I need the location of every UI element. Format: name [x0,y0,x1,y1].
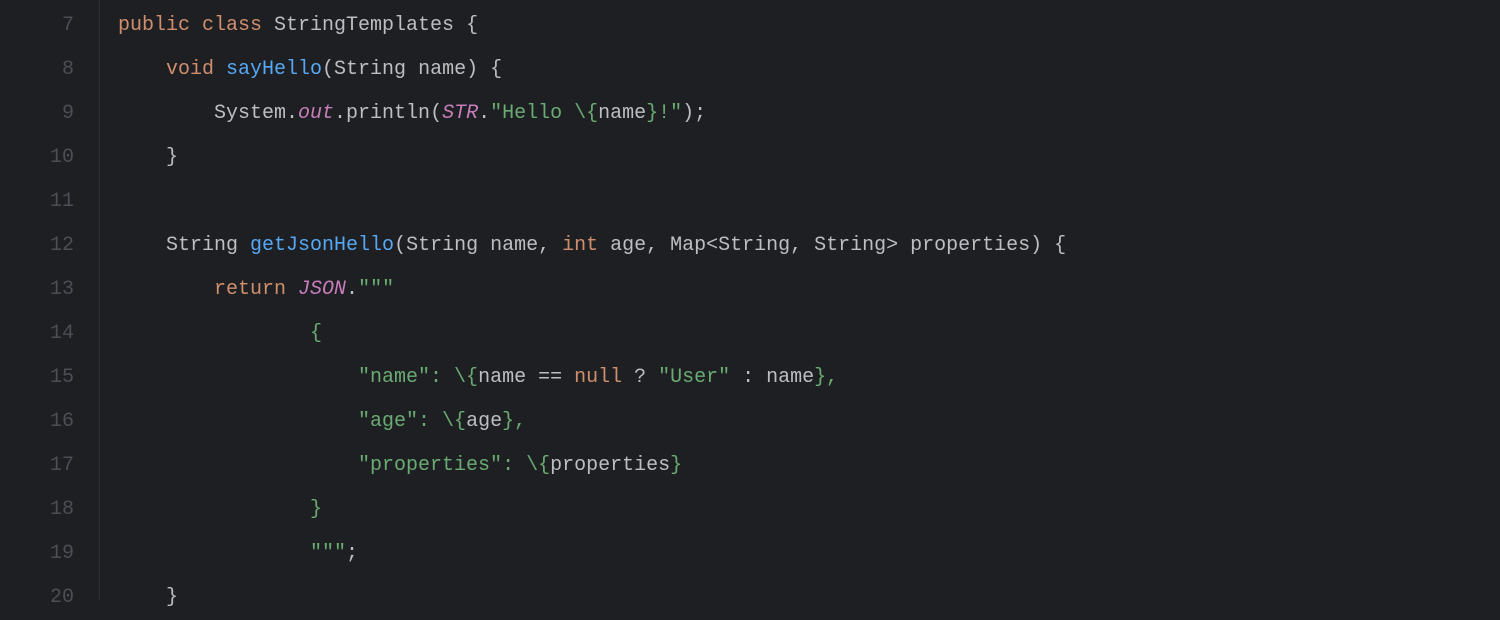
code-line[interactable]: { [118,312,1066,356]
code-line[interactable] [118,180,1066,224]
line-number: 19 [0,532,74,576]
line-number: 17 [0,444,74,488]
code-line[interactable]: } [118,488,1066,532]
line-number: 8 [0,48,74,92]
line-number-gutter: 7 8 9 10 11 12 13 14 15 16 17 18 19 20 [0,0,100,600]
line-number: 14 [0,312,74,356]
line-number: 12 [0,224,74,268]
code-line[interactable]: """; [118,532,1066,576]
code-line[interactable]: } [118,576,1066,620]
code-editor[interactable]: 7 8 9 10 11 12 13 14 15 16 17 18 19 20 p… [0,0,1500,600]
code-line[interactable]: void sayHello(String name) { [118,48,1066,92]
line-number: 10 [0,136,74,180]
line-number: 16 [0,400,74,444]
code-line[interactable]: String getJsonHello(String name, int age… [118,224,1066,268]
code-content[interactable]: public class StringTemplates { void sayH… [100,0,1066,600]
code-line[interactable]: System.out.println(STR."Hello \{name}!")… [118,92,1066,136]
code-line[interactable]: "properties": \{properties} [118,444,1066,488]
line-number: 7 [0,4,74,48]
line-number: 20 [0,576,74,620]
code-line[interactable]: "age": \{age}, [118,400,1066,444]
line-number: 15 [0,356,74,400]
code-line[interactable]: } [118,136,1066,180]
code-line[interactable]: public class StringTemplates { [118,4,1066,48]
code-line[interactable]: return JSON.""" [118,268,1066,312]
line-number: 13 [0,268,74,312]
line-number: 11 [0,180,74,224]
line-number: 18 [0,488,74,532]
line-number: 9 [0,92,74,136]
code-line[interactable]: "name": \{name == null ? "User" : name}, [118,356,1066,400]
